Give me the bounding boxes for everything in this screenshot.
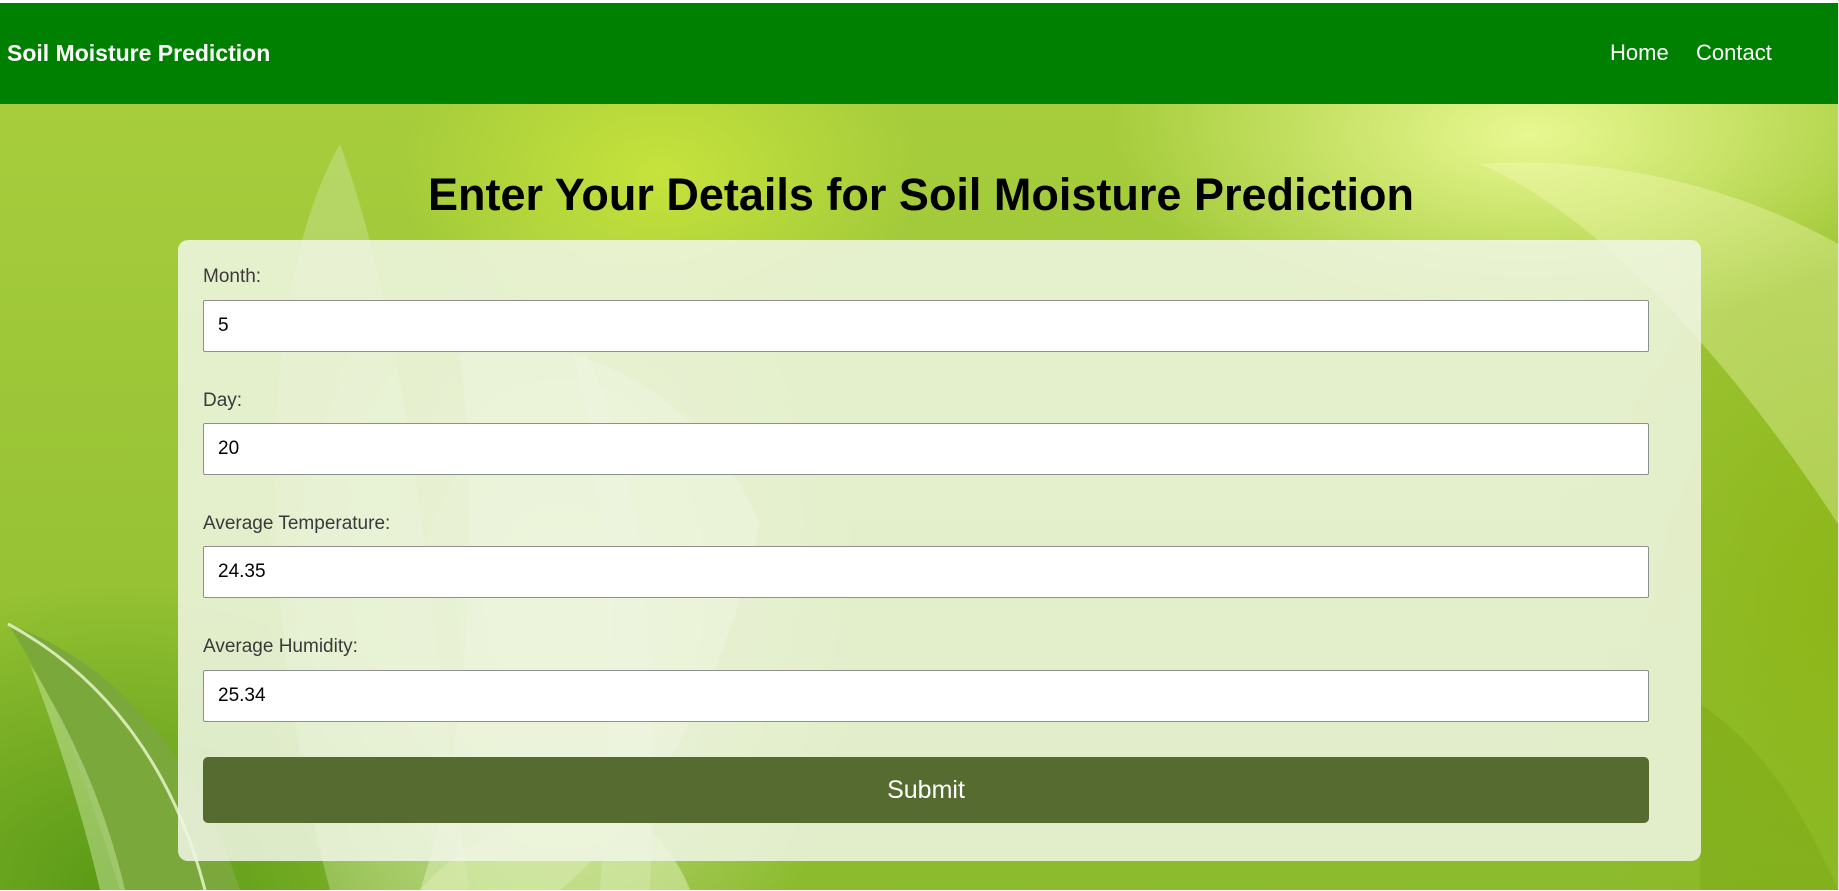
navbar: Soil Moisture Prediction Home Contact [0,3,1838,104]
page: Soil Moisture Prediction Home Contact En… [0,3,1838,890]
browser-viewport: Soil Moisture Prediction Home Contact En… [0,0,1839,891]
day-label: Day: [203,390,243,411]
average-temperature-input[interactable] [203,546,1649,598]
nav-link-home[interactable]: Home [1610,40,1669,66]
average-humidity-input[interactable] [203,670,1649,722]
average-temperature-label: Average Temperature: [203,513,391,534]
site-brand: Soil Moisture Prediction [7,40,271,66]
nav-link-contact[interactable]: Contact [1696,40,1772,66]
page-title: Enter Your Details for Soil Moisture Pre… [427,169,1414,220]
month-label: Month: [203,266,262,287]
day-input[interactable] [203,423,1649,475]
prediction-form: Month: Day: Average Temperature: Average… [178,240,1701,861]
average-humidity-label: Average Humidity: [203,636,358,657]
month-input[interactable] [203,300,1649,352]
submit-button[interactable]: Submit [203,757,1649,823]
